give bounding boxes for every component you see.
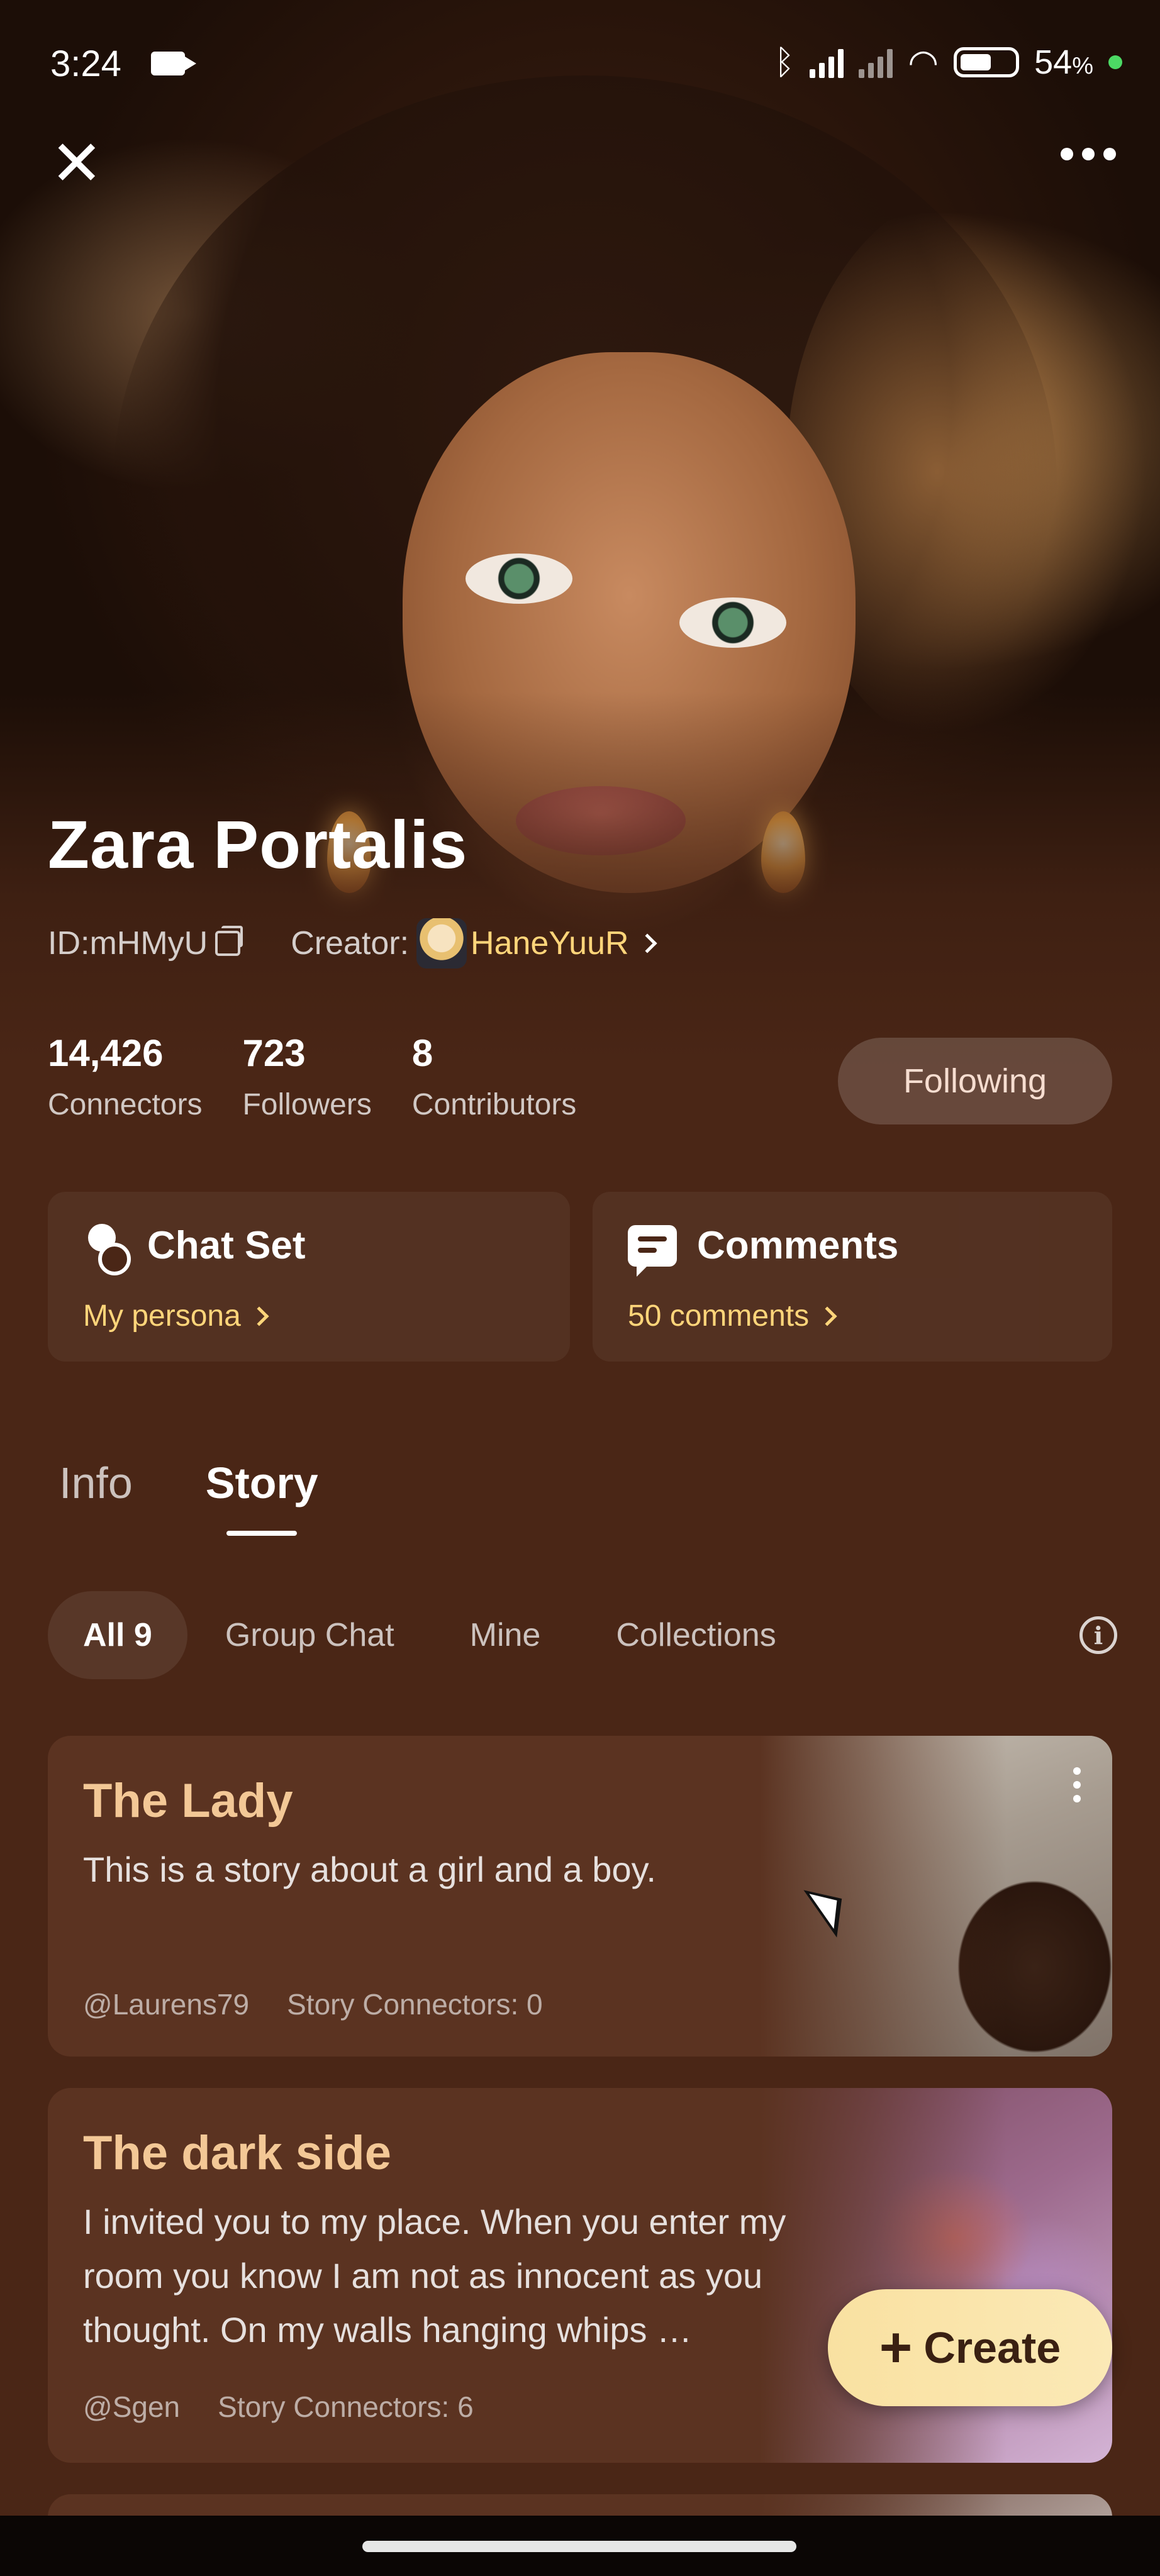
battery-percentage: 54% <box>1034 43 1093 81</box>
status-bar: 3:24 ᛒ ◠ 54% <box>0 38 1160 94</box>
plus-icon: + <box>879 2316 913 2379</box>
filter-collections[interactable]: Collections <box>578 1591 813 1679</box>
character-id: ID:mHMyU <box>48 925 208 962</box>
create-label: Create <box>923 2323 1061 2372</box>
comment-icon <box>628 1224 677 1277</box>
character-meta: ID:mHMyU Creator: HaneYuuR <box>48 918 657 969</box>
story-card[interactable]: The dark side I invited you to my place.… <box>48 2088 1112 2463</box>
tab-info[interactable]: Info <box>59 1458 133 1508</box>
profile-tabs: Info Story <box>59 1458 318 1536</box>
story-description: I invited you to my place. When you ente… <box>83 2202 786 2350</box>
creator-label: Creator: <box>291 925 410 962</box>
filter-group-chat[interactable]: Group Chat <box>187 1591 432 1679</box>
signal-icon-secondary <box>859 47 893 78</box>
filter-mine[interactable]: Mine <box>432 1591 579 1679</box>
close-icon[interactable]: ✕ <box>50 132 113 195</box>
home-handle[interactable] <box>362 2541 796 2552</box>
status-time: 3:24 <box>50 43 121 84</box>
story-more-icon[interactable] <box>1073 1767 1081 1802</box>
story-card[interactable]: The Lady This is a story about a girl an… <box>48 1736 1112 2057</box>
story-meta: @Sgen Story Connectors: 6 <box>83 2390 474 2424</box>
story-title: The dark side <box>83 2126 391 2180</box>
story-connectors: Story Connectors: 6 <box>218 2390 474 2423</box>
signal-icon <box>810 47 844 78</box>
story-title: The Lady <box>83 1774 293 1828</box>
stat-value: 8 <box>411 1032 433 1074</box>
chat-set-title: Chat Set <box>83 1223 306 1275</box>
comments-count-link[interactable]: 50 comments <box>628 1299 837 1333</box>
following-button[interactable]: Following <box>838 1038 1112 1124</box>
video-camera-icon <box>151 52 196 75</box>
my-persona-label: My persona <box>83 1299 241 1333</box>
battery-icon <box>954 47 1020 77</box>
stat-value: 14,426 <box>48 1032 164 1074</box>
bluetooth-icon: ᛒ <box>774 43 795 81</box>
stat-followers[interactable]: 723 Followers <box>242 1031 371 1122</box>
story-author[interactable]: @Sgen <box>83 2390 180 2424</box>
info-icon[interactable]: i <box>1079 1616 1117 1654</box>
stat-label: Contributors <box>411 1088 577 1121</box>
stat-label: Connectors <box>48 1088 203 1121</box>
my-persona-link[interactable]: My persona <box>83 1299 269 1333</box>
creator-avatar[interactable] <box>416 918 467 969</box>
stat-value: 723 <box>242 1032 306 1074</box>
creator-name-link[interactable]: HaneYuuR <box>471 924 629 962</box>
character-portrait <box>0 0 1160 1069</box>
wifi-icon: ◠ <box>908 42 939 82</box>
stats-row: 14,426 Connectors 723 Followers 8 Contri… <box>48 1031 616 1122</box>
chat-set-label: Chat Set <box>147 1224 306 1267</box>
story-meta: @Laurens79 Story Connectors: 0 <box>83 1987 543 2021</box>
system-navigation-bar <box>0 2516 1160 2576</box>
more-options-icon[interactable] <box>1061 148 1116 160</box>
chat-set-card[interactable]: Chat Set My persona <box>48 1192 570 1362</box>
story-author[interactable]: @Laurens79 <box>83 1987 249 2021</box>
persona-icon <box>83 1223 131 1275</box>
chevron-right-icon <box>249 1306 269 1326</box>
story-description: This is a story about a girl and a boy. <box>83 1850 656 1889</box>
charging-dot-icon <box>1108 55 1122 69</box>
create-button[interactable]: + Create <box>828 2289 1112 2406</box>
chevron-right-icon <box>637 933 657 953</box>
comments-label: Comments <box>697 1224 899 1267</box>
story-filters: All 9 Group Chat Mine Collections i <box>48 1591 1117 1679</box>
story-connectors: Story Connectors: 0 <box>287 1988 543 2021</box>
stat-label: Followers <box>242 1088 372 1121</box>
tab-story[interactable]: Story <box>206 1458 318 1536</box>
copy-icon[interactable] <box>215 926 243 956</box>
stat-contributors[interactable]: 8 Contributors <box>412 1031 576 1122</box>
stat-connectors[interactable]: 14,426 Connectors <box>48 1031 202 1122</box>
character-name: Zara Portalis <box>48 806 468 882</box>
filter-all[interactable]: All 9 <box>48 1591 187 1679</box>
comments-title: Comments <box>628 1223 899 1277</box>
comments-card[interactable]: Comments 50 comments <box>593 1192 1112 1362</box>
comments-count-label: 50 comments <box>628 1299 810 1333</box>
chevron-right-icon <box>817 1306 837 1326</box>
